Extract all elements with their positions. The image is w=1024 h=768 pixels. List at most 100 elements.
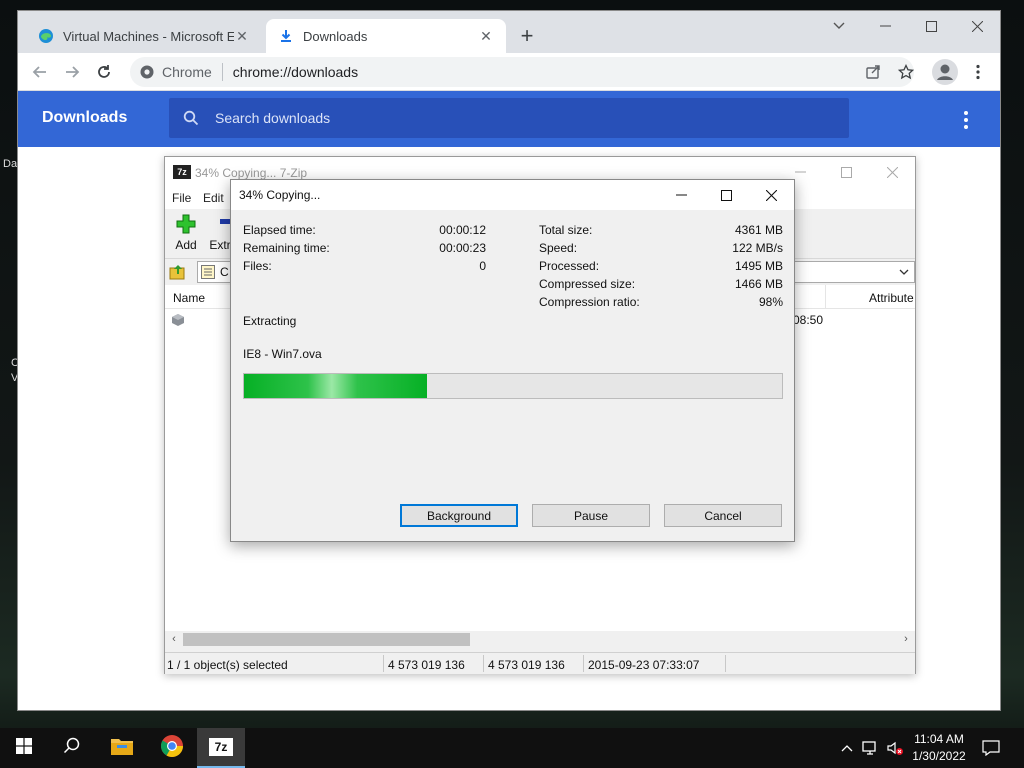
window-controls — [816, 11, 1000, 43]
omnibox-divider — [221, 63, 223, 81]
column-divider — [825, 285, 826, 309]
downloads-header: Downloads Search downloads — [18, 91, 1000, 147]
total-size-label: Total size: — [539, 223, 593, 237]
edge-icon — [38, 28, 54, 44]
remaining-time-value: 00:00:23 — [439, 241, 486, 255]
address-bar[interactable]: Chrome chrome://downloads — [130, 57, 914, 87]
up-folder-icon[interactable] — [169, 263, 187, 281]
processed-value: 1495 MB — [734, 259, 783, 273]
status-bar: 1 / 1 object(s) selected 4 573 019 136 4… — [165, 652, 915, 674]
tab-title: Downloads — [303, 28, 368, 44]
close-tab-icon[interactable]: ✕ — [478, 28, 494, 44]
plus-icon — [175, 214, 197, 238]
scroll-left-icon[interactable]: ‹ — [168, 633, 180, 646]
search-icon — [181, 108, 201, 128]
modified-time-fragment: 08:50 — [793, 313, 824, 327]
menu-file[interactable]: File — [172, 191, 191, 205]
profile-avatar[interactable] — [932, 59, 958, 85]
progress-bar — [243, 373, 783, 399]
horizontal-scrollbar[interactable]: ‹ › — [165, 631, 915, 648]
compressed-size-label: Compressed size: — [539, 277, 636, 291]
column-name[interactable]: Name — [173, 291, 205, 305]
remaining-time-label: Remaining time: — [243, 241, 330, 255]
7zip-logo-icon: 7z — [173, 165, 191, 179]
add-button[interactable]: Add — [173, 213, 199, 252]
packed-size-status: 4 573 019 136 — [488, 658, 565, 672]
taskbar-7zip[interactable]: 7z — [197, 728, 245, 768]
close-window-button[interactable] — [954, 11, 1000, 41]
forward-button[interactable] — [60, 60, 84, 84]
menu-edit[interactable]: Edit — [203, 191, 224, 205]
operation-label: Extracting — [243, 314, 297, 328]
modified-status: 2015-09-23 07:33:07 — [588, 658, 700, 672]
tab-downloads[interactable]: Downloads ✕ — [266, 19, 506, 53]
taskbar: 7z 11:04 AM 1/30/2022 — [0, 728, 1024, 768]
column-attributes[interactable]: Attribute — [869, 291, 914, 305]
chevron-down-icon[interactable] — [898, 266, 910, 278]
volume-muted-icon[interactable] — [886, 740, 904, 756]
dialog-titlebar: 34% Copying... — [231, 180, 794, 210]
elapsed-time-label: Elapsed time: — [243, 223, 316, 237]
window-title: 34% Copying... 7-Zip — [195, 166, 308, 180]
processed-label: Processed: — [539, 259, 600, 273]
scroll-right-icon[interactable]: › — [900, 633, 912, 646]
reload-button[interactable] — [92, 60, 116, 84]
tab-strip: Virtual Machines - Microsoft Edg ✕ Downl… — [18, 11, 1000, 53]
speed-value: 122 MB/s — [732, 241, 783, 255]
minimize-button[interactable] — [862, 11, 908, 41]
clock-time: 11:04 AM — [914, 732, 964, 746]
files-label: Files: — [243, 259, 272, 273]
pause-button[interactable]: Pause — [532, 504, 650, 527]
url-text[interactable]: chrome://downloads — [233, 64, 358, 80]
tab-virtual-machines[interactable]: Virtual Machines - Microsoft Edg ✕ — [26, 19, 262, 53]
search-placeholder: Search downloads — [215, 110, 331, 126]
share-icon[interactable] — [861, 60, 885, 84]
more-actions-icon[interactable] — [954, 108, 978, 132]
bookmark-star-icon[interactable] — [894, 60, 918, 84]
download-icon — [278, 28, 294, 44]
tab-search-icon[interactable] — [816, 11, 862, 41]
start-button[interactable] — [0, 728, 48, 768]
cancel-button[interactable]: Cancel — [664, 504, 782, 527]
maximize-button[interactable] — [704, 180, 749, 210]
taskbar-chrome[interactable] — [148, 728, 196, 768]
minimize-button[interactable] — [659, 180, 704, 210]
compression-ratio-value: 98% — [758, 295, 783, 309]
dialog-title: 34% Copying... — [239, 188, 321, 202]
files-value: 0 — [479, 259, 486, 273]
page-title: Downloads — [42, 109, 128, 126]
extract-button[interactable]: Extr — [209, 213, 231, 252]
show-hidden-icons-chevron-icon[interactable] — [838, 740, 856, 756]
search-input[interactable]: Search downloads — [169, 98, 849, 138]
taskbar-file-explorer[interactable] — [98, 728, 146, 768]
close-tab-icon[interactable]: ✕ — [234, 28, 250, 44]
extract-label: Extr — [209, 238, 231, 252]
network-icon[interactable] — [862, 740, 880, 756]
extract-icon — [209, 219, 231, 238]
new-tab-button[interactable]: + — [515, 25, 539, 49]
progress-bar-fill — [244, 374, 427, 398]
close-window-button[interactable] — [869, 157, 915, 187]
chrome-icon — [160, 734, 184, 763]
7zip-icon: 7z — [209, 738, 233, 756]
elapsed-time-value: 00:00:12 — [439, 223, 486, 237]
copy-progress-dialog: 34% Copying... Elapsed time: 00:00:12 Re… — [230, 179, 795, 542]
compression-ratio-label: Compression ratio: — [539, 295, 640, 309]
maximize-button[interactable] — [908, 11, 954, 41]
desktop-icon-label-fragment: Da — [3, 158, 18, 170]
add-label: Add — [175, 238, 197, 252]
site-chip: Chrome — [162, 64, 212, 80]
back-button[interactable] — [28, 60, 52, 84]
close-dialog-button[interactable] — [749, 180, 794, 210]
compressed-size-value: 1466 MB — [734, 277, 783, 291]
search-button[interactable] — [48, 728, 96, 768]
clock-date: 1/30/2022 — [912, 749, 966, 763]
archive-icon — [201, 265, 215, 282]
system-clock[interactable]: 11:04 AM 1/30/2022 — [904, 731, 974, 765]
scroll-thumb[interactable] — [183, 633, 470, 646]
browser-menu-icon[interactable] — [966, 60, 990, 84]
maximize-button[interactable] — [823, 157, 869, 187]
notifications-icon[interactable] — [982, 740, 1000, 756]
speed-label: Speed: — [539, 241, 578, 255]
background-button[interactable]: Background — [400, 504, 518, 527]
